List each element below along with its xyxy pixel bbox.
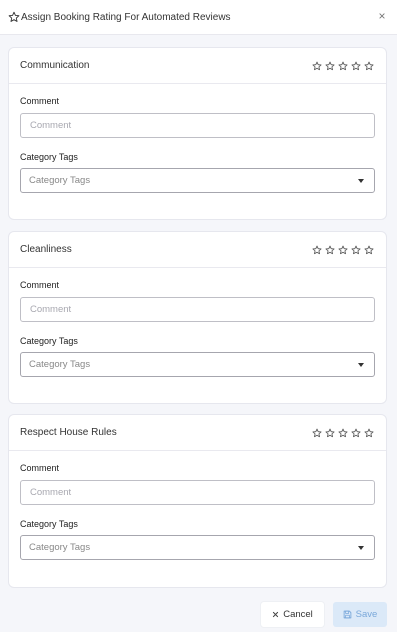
comment-label: Comment (20, 96, 60, 106)
star-icon[interactable] (351, 61, 361, 71)
dialog-content: Communication Comment Category Tags Cate… (0, 36, 397, 596)
category-tags-label: Category Tags (20, 519, 78, 529)
star-rating[interactable] (312, 428, 374, 438)
card-body: Comment Category Tags Category Tags (9, 84, 386, 193)
dialog-header: Assign Booking Rating For Automated Revi… (0, 0, 397, 35)
star-icon[interactable] (351, 245, 361, 255)
card-header: Communication (9, 48, 386, 84)
close-icon (272, 611, 279, 618)
card-body: Comment Category Tags Category Tags (9, 268, 386, 377)
save-icon (343, 610, 352, 619)
close-icon[interactable]: × (376, 10, 388, 22)
card-header: Respect House Rules (9, 415, 386, 451)
comment-label: Comment (20, 280, 60, 290)
comment-label: Comment (20, 463, 60, 473)
star-icon[interactable] (364, 61, 374, 71)
save-button[interactable]: Save (333, 601, 387, 627)
cancel-button[interactable]: Cancel (261, 601, 324, 627)
star-rating[interactable] (312, 61, 374, 71)
category-tags-label: Category Tags (20, 336, 78, 346)
category-tags-label: Category Tags (20, 152, 78, 162)
star-icon[interactable] (338, 428, 348, 438)
card-title: Communication (20, 60, 90, 71)
comment-input[interactable] (20, 480, 375, 505)
star-icon[interactable] (325, 61, 335, 71)
rating-card-communication: Communication Comment Category Tags Cate… (8, 47, 387, 220)
dialog-title: Assign Booking Rating For Automated Revi… (21, 11, 231, 23)
cancel-label: Cancel (283, 608, 313, 620)
dialog-footer: Cancel Save (0, 596, 397, 632)
chevron-down-icon (358, 545, 364, 550)
chevron-down-icon (358, 362, 364, 367)
chevron-down-icon (358, 178, 364, 183)
card-body: Comment Category Tags Category Tags (9, 451, 386, 560)
star-icon[interactable] (364, 245, 374, 255)
category-tags-select[interactable]: Category Tags (20, 352, 375, 377)
star-icon[interactable] (364, 428, 374, 438)
category-tags-select[interactable]: Category Tags (20, 535, 375, 560)
card-header: Cleanliness (9, 232, 386, 268)
star-icon[interactable] (338, 245, 348, 255)
category-tags-select[interactable]: Category Tags (20, 168, 375, 193)
comment-input[interactable] (20, 113, 375, 138)
star-icon[interactable] (338, 61, 348, 71)
star-icon[interactable] (351, 428, 361, 438)
select-placeholder: Category Tags (29, 175, 91, 186)
save-label: Save (355, 608, 378, 620)
rating-card-respect-house-rules: Respect House Rules Comment Category Tag… (8, 414, 387, 588)
star-icon[interactable] (325, 245, 335, 255)
card-title: Cleanliness (20, 244, 72, 255)
star-icon[interactable] (312, 61, 322, 71)
card-title: Respect House Rules (20, 427, 117, 438)
select-placeholder: Category Tags (29, 542, 91, 553)
star-icon[interactable] (312, 245, 322, 255)
select-placeholder: Category Tags (29, 359, 91, 370)
star-rating[interactable] (312, 245, 374, 255)
rating-card-cleanliness: Cleanliness Comment Category Tags Catego… (8, 231, 387, 404)
star-icon[interactable] (312, 428, 322, 438)
star-icon[interactable] (325, 428, 335, 438)
star-icon (8, 11, 20, 23)
comment-input[interactable] (20, 297, 375, 322)
